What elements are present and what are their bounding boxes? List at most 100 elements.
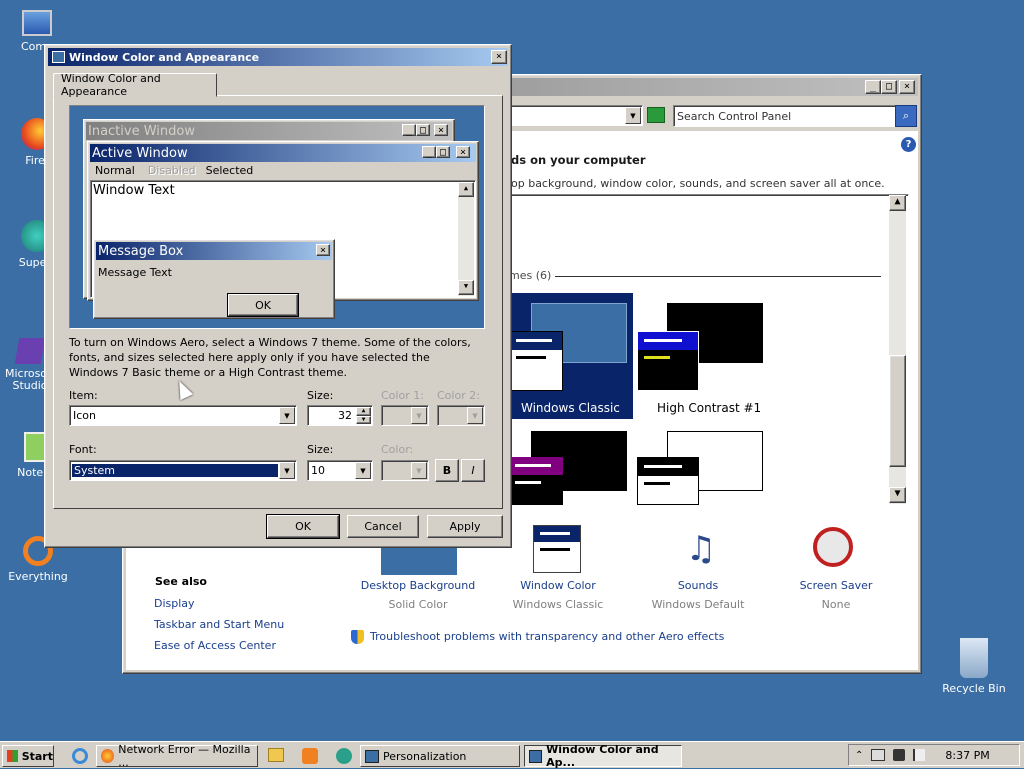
search-button[interactable]: ⌕ [895, 105, 917, 127]
control-panel-icon [365, 749, 379, 763]
quick-launch-app-icon[interactable] [336, 748, 352, 764]
font-size-select[interactable]: 10 ▼ [307, 460, 373, 481]
sounds-link[interactable]: Sounds [637, 579, 759, 592]
spin-down-button[interactable]: ▼ [356, 416, 371, 424]
chevron-up-icon[interactable]: ⌃ [855, 750, 863, 761]
ok-button[interactable]: OK [266, 514, 340, 539]
troubleshoot-link[interactable]: Troubleshoot problems with transparency … [370, 630, 724, 643]
flag-icon[interactable] [913, 749, 926, 761]
quick-launch-explorer-icon[interactable] [268, 748, 284, 762]
chevron-down-icon[interactable]: ▼ [625, 107, 641, 124]
sounds-icon[interactable]: ♫ [677, 527, 725, 571]
scroll-up-button[interactable]: ▲ [889, 195, 906, 211]
chevron-down-icon[interactable]: ▼ [279, 462, 295, 479]
apply-button[interactable]: Apply [427, 515, 503, 538]
taskbar-item-firefox[interactable]: Network Error — Mozilla ... [96, 743, 258, 769]
window-text: Window Text [93, 183, 175, 198]
search-input[interactable]: Search Control Panel [673, 105, 897, 127]
font-select[interactable]: System ▼ [69, 460, 297, 481]
quick-launch-media-icon[interactable] [302, 748, 318, 764]
preview-message-box: Message Box × Message Text OK [93, 239, 335, 319]
screen-saver-value: None [821, 598, 851, 611]
scroll-down-button[interactable]: ▼ [889, 487, 906, 503]
group-divider [555, 276, 881, 277]
chevron-down-icon[interactable]: ▼ [411, 407, 427, 424]
taskbar-item-label: Network Error — Mozilla ... [118, 743, 251, 769]
window-color-link[interactable]: Window Color [497, 579, 619, 592]
theme-high-contrast-2[interactable] [511, 429, 633, 505]
close-button: × [434, 124, 448, 136]
address-bar[interactable]: ▼ [503, 105, 643, 126]
see-also-title: See also [155, 575, 207, 588]
scroll-up-button: ▲ [458, 182, 474, 197]
active-titlebar: Active Window [90, 144, 476, 162]
color1-label: Color 1: [381, 389, 424, 402]
see-also-taskbar[interactable]: Taskbar and Start Menu [154, 618, 284, 631]
network-icon[interactable] [871, 749, 886, 761]
maximize-button[interactable]: □ [881, 80, 897, 94]
screen-saver-icon[interactable] [813, 527, 853, 567]
theme-windows-classic[interactable]: Windows Classic [511, 293, 633, 419]
chevron-down-icon[interactable]: ▼ [411, 462, 427, 479]
chevron-down-icon[interactable]: ▼ [355, 462, 371, 479]
tab-window-color[interactable]: Window Color and Appearance [53, 72, 217, 98]
chevron-down-icon[interactable]: ▼ [279, 407, 295, 424]
screen-saver-link[interactable]: Screen Saver [775, 579, 897, 592]
firefox-icon [101, 749, 115, 763]
desktop-icon-recycle-bin[interactable]: Recycle Bin [936, 638, 1012, 695]
scroll-thumb[interactable] [889, 355, 906, 467]
help-icon[interactable]: ? [901, 137, 916, 152]
color2-label: Color 2: [437, 389, 480, 402]
see-also-display[interactable]: Display [154, 597, 195, 610]
font-size-value: 10 [311, 464, 325, 477]
italic-button[interactable]: I [461, 459, 485, 482]
themes-scrollbar[interactable]: ▲ ▼ [889, 195, 906, 504]
close-button[interactable]: × [491, 50, 507, 64]
screen-saver-item[interactable]: Screen Saver None [775, 579, 897, 611]
cancel-button[interactable]: Cancel [347, 515, 419, 538]
desktop-background-link[interactable]: Desktop Background [357, 579, 479, 592]
font-color-picker[interactable]: ▼ [381, 460, 429, 481]
desktop-background-item[interactable]: Desktop Background Solid Color [357, 579, 479, 611]
taskbar-item-window-color[interactable]: Window Color and Ap... [524, 743, 682, 769]
computer-icon [22, 10, 52, 36]
close-button[interactable]: × [899, 80, 915, 94]
see-also-ease-of-access[interactable]: Ease of Access Center [154, 639, 276, 652]
page-subheading: op background, window color, sounds, and… [511, 177, 885, 190]
appearance-dialog: Window Color and Appearance × Window Col… [44, 44, 512, 548]
theme-preview-front [637, 331, 699, 391]
refresh-icon[interactable] [647, 107, 665, 123]
taskbar-item-personalization[interactable]: Personalization [360, 745, 520, 767]
search-icon: ⌕ [902, 109, 910, 122]
size-spinner[interactable]: 32 ▲ ▼ [307, 405, 373, 426]
bold-button[interactable]: B [435, 459, 459, 482]
theme-high-contrast-white[interactable] [637, 429, 767, 505]
desktop-background-value: Solid Color [388, 598, 448, 611]
tab-label: Window Color and Appearance [61, 72, 161, 98]
window-color-icon[interactable] [533, 525, 581, 573]
themes-group-label: mes (6) [509, 269, 552, 282]
size-value: 32 [338, 409, 352, 422]
window-color-item[interactable]: Window Color Windows Classic [497, 579, 619, 611]
theme-label: Windows Classic [521, 401, 620, 415]
close-button: × [456, 146, 470, 158]
spin-up-button[interactable]: ▲ [356, 407, 371, 416]
quick-launch-ie-icon[interactable] [72, 748, 88, 764]
system-tray: ⌃ 8:37 PM [848, 744, 1020, 766]
size-label: Size: [307, 389, 334, 402]
msgbox-text: Message Text [98, 266, 172, 279]
item-select[interactable]: Icon ▼ [69, 405, 297, 426]
volume-muted-icon[interactable] [893, 749, 906, 761]
color2-picker[interactable]: ▼ [437, 405, 485, 426]
minimize-button[interactable]: _ [865, 80, 881, 94]
msgbox-title: Message Box [98, 243, 184, 259]
start-button[interactable]: Start [2, 745, 54, 767]
theme-high-contrast-1[interactable]: High Contrast #1 [637, 293, 767, 419]
chevron-down-icon[interactable]: ▼ [467, 407, 483, 424]
clock[interactable]: 8:37 PM [945, 749, 989, 762]
spin-buttons[interactable]: ▲ ▼ [356, 407, 371, 424]
sounds-item[interactable]: Sounds Windows Default [637, 579, 759, 611]
menu-selected: Selected [205, 164, 254, 177]
search-placeholder: Search Control Panel [677, 109, 792, 123]
color1-picker[interactable]: ▼ [381, 405, 429, 426]
